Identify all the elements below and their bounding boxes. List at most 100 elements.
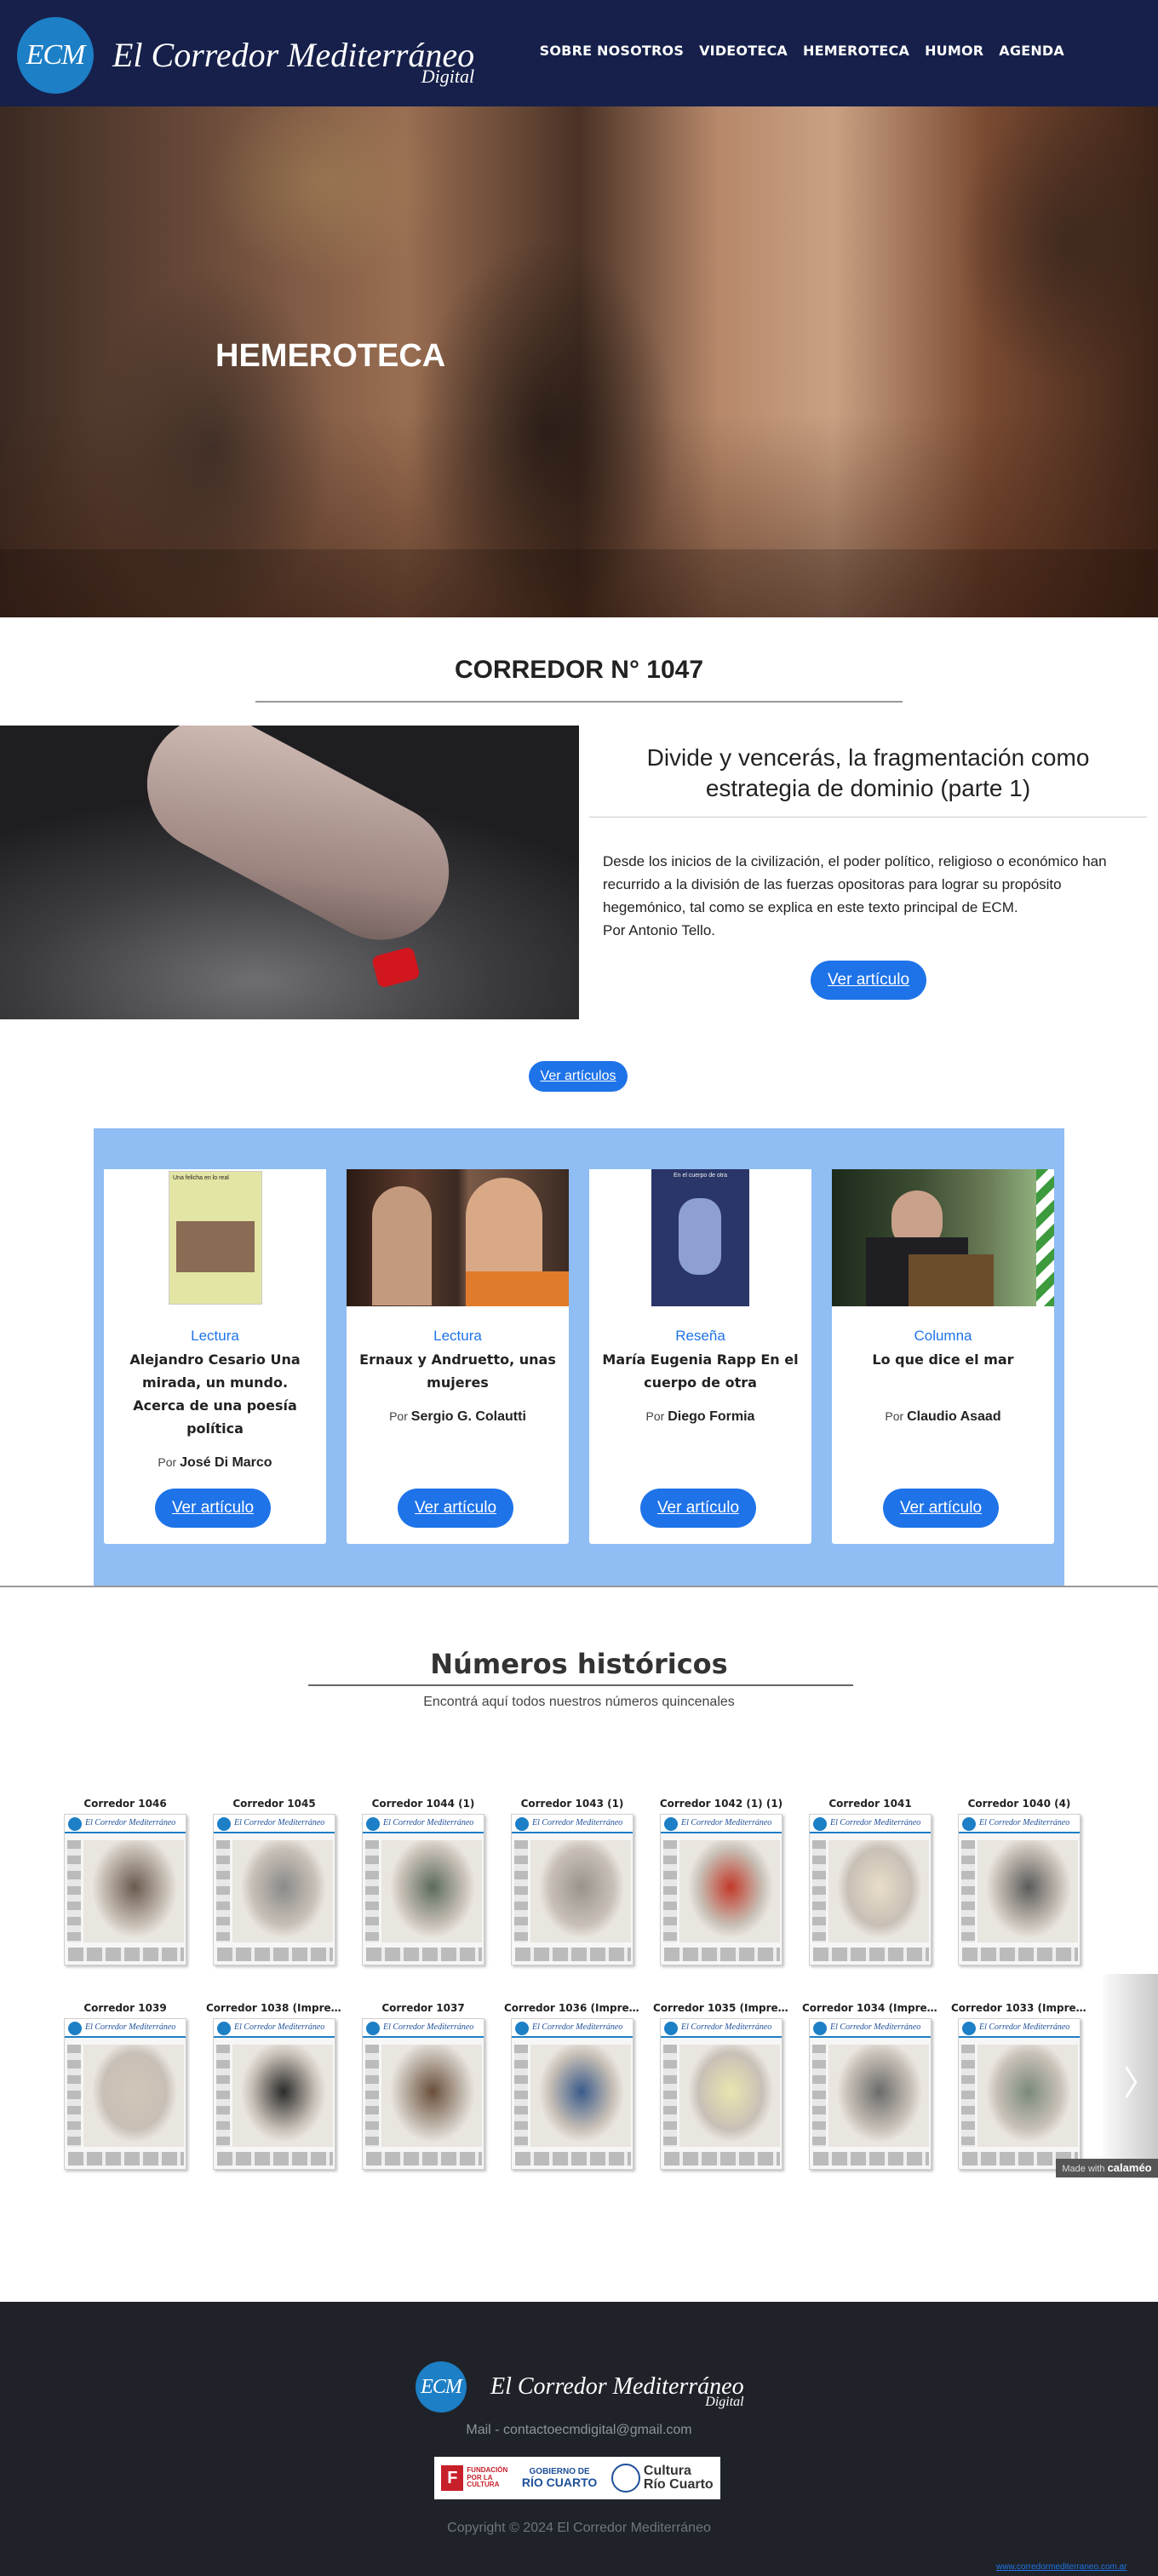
cover-footer: [68, 1948, 184, 1961]
site-footer: ECM El Corredor Mediterráneo Digital Mai…: [0, 2302, 1158, 2576]
nav-agenda[interactable]: AGENDA: [999, 43, 1064, 59]
issue-label: Corredor 1033 (Impresión) (...: [951, 2002, 1087, 2014]
article-author: Diego Formia: [668, 1409, 755, 1424]
issue-cover-item[interactable]: Corredor 1041 El Corredor Mediterráneo: [802, 1797, 938, 1971]
issue-cover-item[interactable]: Corredor 1039 El Corredor Mediterráneo: [57, 2001, 193, 2176]
issue-cover-item[interactable]: Corredor 1044 (1) El Corredor Mediterráne…: [355, 1797, 491, 1971]
historic-divider: [308, 1684, 853, 1686]
cover-photo: [679, 2045, 780, 2147]
cover-brand: El Corredor Mediterráneo: [979, 2022, 1070, 2032]
nav-sobre-nosotros[interactable]: SOBRE NOSOTROS: [540, 43, 684, 59]
issue-cover-item[interactable]: Corredor 1034 (Impresión) (... El Corredo…: [802, 2001, 938, 2176]
issue-label: Corredor 1036 (Impresión): [504, 2002, 640, 2014]
cover-photo: [828, 2045, 929, 2147]
article-read-button[interactable]: Ver artículo: [883, 1489, 999, 1528]
featured-read-button[interactable]: Ver artículo: [811, 961, 926, 1000]
hero-title: HEMEROTECA: [215, 338, 446, 374]
page: { "header": { "logo_mark": "ECM", "logo_…: [0, 0, 1158, 2576]
issue-cover-image: El Corredor Mediterráneo: [64, 1814, 186, 1965]
article-byline: Por Diego Formia: [589, 1409, 811, 1425]
article-read-button[interactable]: Ver artículo: [398, 1489, 513, 1528]
article-read-button[interactable]: Ver artículo: [155, 1489, 271, 1528]
cover-footer: [664, 1948, 780, 1961]
historic-subtitle: Encontrá aquí todos nuestros números qui…: [423, 1695, 735, 1709]
calameo-badge[interactable]: Made with calaméo: [1056, 2159, 1158, 2177]
article-thumb[interactable]: Una felicha en lo real: [104, 1169, 326, 1306]
issue-label: Corredor 1041: [828, 1798, 912, 1810]
hero-banner: HEMEROTECA: [0, 106, 1158, 617]
issue-cover-image: El Corredor Mediterráneo: [362, 2018, 484, 2170]
footer-mail[interactable]: Mail - contactoecmdigital@gmail.com: [0, 2423, 1158, 2438]
logo-title: El Corredor Mediterráneo: [112, 36, 475, 74]
cover-photo: [977, 1840, 1078, 1942]
nav-videoteca[interactable]: VIDEOTECA: [699, 43, 788, 59]
cover-logo-icon: [217, 1817, 231, 1831]
book-cover-title: Una felicha en lo real: [173, 1175, 229, 1181]
cover-footer: [366, 2152, 482, 2166]
byline-prefix: Por: [389, 1409, 408, 1423]
issue-cover-item[interactable]: Corredor 1038 (Impresión) El Corredor Med…: [206, 2001, 342, 2176]
issue-label: Corredor 1045: [232, 1798, 316, 1810]
footer-logo[interactable]: ECM El Corredor Mediterráneo Digital: [416, 2361, 744, 2412]
featured-image: [0, 726, 579, 1019]
view-articles-button[interactable]: Ver artículos: [529, 1061, 628, 1092]
issue-cover-image: El Corredor Mediterráneo: [213, 2018, 335, 2170]
flag: [1036, 1169, 1054, 1306]
cover-footer: [962, 1948, 1078, 1961]
article-author: Claudio Asaad: [907, 1409, 1001, 1424]
issue-cover-image: El Corredor Mediterráneo: [362, 1814, 484, 1965]
portrait-scarf: [466, 1271, 569, 1306]
book-cover-photo: [176, 1221, 255, 1272]
book-cover: Una felicha en lo real: [169, 1171, 262, 1305]
nav-humor[interactable]: HUMOR: [925, 43, 983, 59]
issue-label: Corredor 1039: [83, 2002, 167, 2014]
calameo-brand: calaméo: [1107, 2161, 1152, 2174]
article-card: Lectura Ernaux y Andruetto, unas mujeres…: [347, 1169, 569, 1544]
article-thumb[interactable]: [347, 1169, 569, 1306]
issue-cover-item[interactable]: Corredor 1046 El Corredor Mediterráneo: [57, 1797, 193, 1971]
cover-sidebar: [216, 1840, 230, 1942]
article-thumb[interactable]: En el cuerpo de otra: [589, 1169, 811, 1306]
issue-cover-item[interactable]: Corredor 1045 El Corredor Mediterráneo: [206, 1797, 342, 1971]
cover-brand: El Corredor Mediterráneo: [383, 1818, 474, 1827]
cover-logo-icon: [962, 2022, 976, 2035]
logo-name: El Corredor Mediterráneo Digital: [112, 36, 475, 86]
byline-prefix: Por: [645, 1409, 665, 1423]
cover-photo: [828, 1840, 929, 1942]
issue-cover-item[interactable]: Corredor 1043 (1) El Corredor Mediterráne…: [504, 1797, 640, 1971]
issue-cover-item[interactable]: Corredor 1035 (Impresión) El Corredor Med…: [653, 2001, 789, 2176]
cover-logo-icon: [68, 2022, 82, 2035]
nav-hemeroteca[interactable]: HEMEROTECA: [803, 43, 909, 59]
fc-icon: F: [441, 2465, 464, 2491]
cover-photo: [232, 1840, 333, 1942]
carousel-next-button[interactable]: 〉: [1103, 1974, 1158, 2178]
book-cover-figure: [679, 1198, 721, 1275]
issue-cover-item[interactable]: Corredor 1040 (4) El Corredor Mediterráne…: [951, 1797, 1087, 1971]
featured-summary-text: Desde los inicios de la civilización, el…: [603, 852, 1107, 916]
footer-corner-link[interactable]: www.corredormediterraneo.com.ar: [996, 2562, 1149, 2573]
site-logo[interactable]: ECM El Corredor Mediterráneo Digital: [17, 17, 474, 94]
cover-logo-icon: [813, 2022, 827, 2035]
article-thumb[interactable]: [832, 1169, 1054, 1306]
issue-cover-item[interactable]: Corredor 1037 El Corredor Mediterráneo: [355, 2001, 491, 2176]
cover-sidebar: [812, 1840, 826, 1942]
cover-sidebar: [514, 2045, 528, 2147]
article-read-button[interactable]: Ver artículo: [640, 1489, 756, 1528]
article-title: Alejandro Cesario Una mirada, un mundo. …: [129, 1351, 301, 1437]
issue-label: Corredor 1042 (1) (1): [659, 1798, 783, 1810]
cover-photo: [381, 2045, 482, 2147]
cover-brand: El Corredor Mediterráneo: [532, 2022, 623, 2032]
issue-cover-item[interactable]: Corredor 1042 (1) (1) El Corredor Mediter…: [653, 1797, 789, 1971]
cover-logo-icon: [515, 1817, 529, 1831]
issue-cover-item[interactable]: Corredor 1033 (Impresión) (... El Corredo…: [951, 2001, 1087, 2176]
article-title: María Eugenia Rapp En el cuerpo de otra: [602, 1351, 799, 1391]
article-author: José Di Marco: [180, 1455, 272, 1470]
issue-divider: [255, 701, 903, 703]
article-byline: Por Sergio G. Colautti: [347, 1409, 569, 1425]
cover-brand: El Corredor Mediterráneo: [85, 2022, 176, 2032]
cover-sidebar: [961, 2045, 975, 2147]
cover-brand: El Corredor Mediterráneo: [979, 1818, 1070, 1827]
footer-copyright: Copyright © 2024 El Corredor Mediterráne…: [447, 2521, 711, 2535]
issue-cover-item[interactable]: Corredor 1036 (Impresión) El Corredor Med…: [504, 2001, 640, 2176]
sponsor-logos: F FUNDACIÓN POR LA CULTURA GOBIERNO DE RÍO…: [434, 2457, 720, 2499]
